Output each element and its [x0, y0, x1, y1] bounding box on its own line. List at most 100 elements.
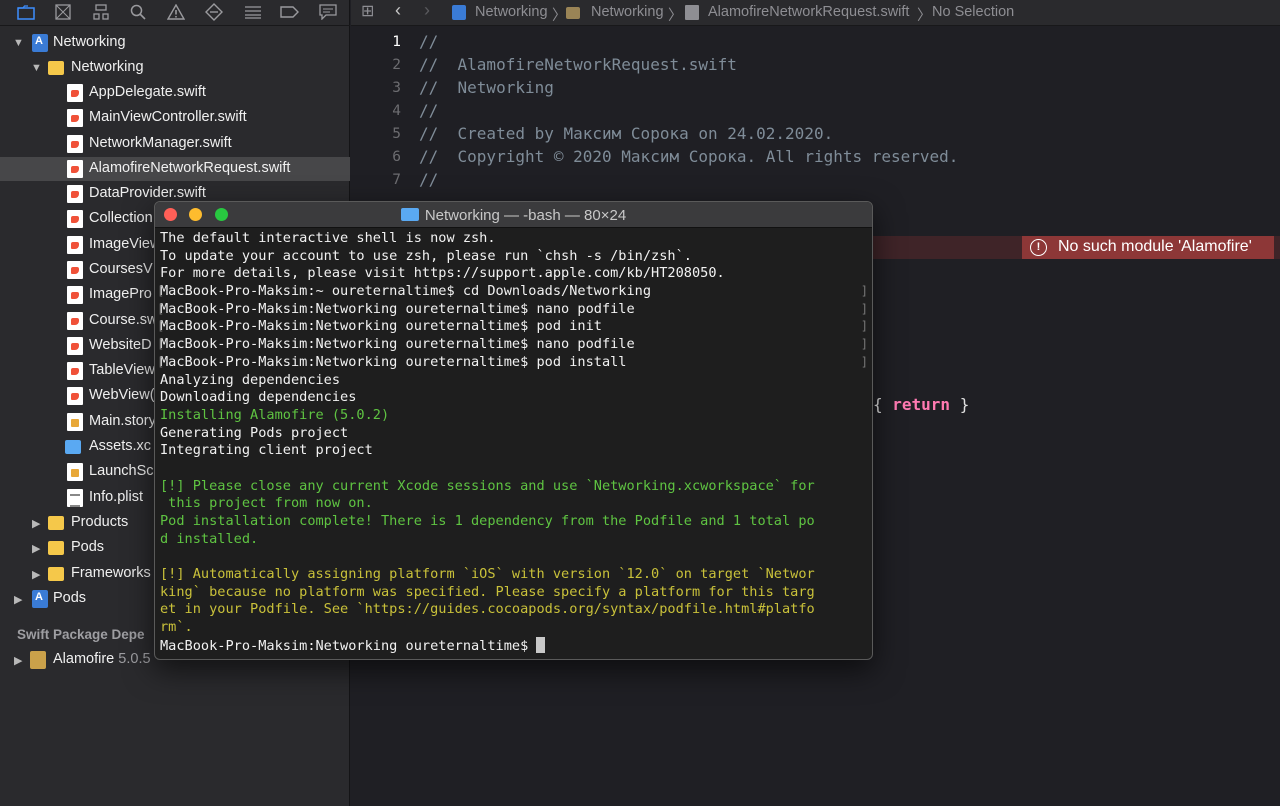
line-number: 7	[392, 172, 401, 188]
error-icon: !	[1030, 239, 1047, 256]
swift-file-icon	[685, 5, 699, 20]
code-line[interactable]: // AlamofireNetworkRequest.swift	[419, 55, 737, 74]
terminal-prompt-line[interactable]: MacBook-Pro-Maksim:Networking oureternal…	[160, 636, 870, 655]
forward-chevron-icon[interactable]: ›	[424, 0, 430, 21]
mark-bracket-left: [	[157, 337, 165, 352]
disclosure-closed-icon[interactable]: ▶	[32, 542, 40, 555]
code-fragment-return[interactable]: { return }	[873, 395, 969, 414]
terminal-line: rm`.	[160, 619, 193, 636]
swift-file-icon	[67, 210, 83, 228]
folder-icon	[400, 208, 419, 221]
terminal-line: [MacBook-Pro-Maksim:~ oureternaltime$ cd…	[157, 283, 870, 301]
disclosure-open-icon[interactable]: ▼	[31, 62, 42, 74]
issue-warning-icon[interactable]	[166, 3, 186, 21]
jumpbar-crumb-group[interactable]: Networking	[591, 4, 664, 20]
test-diamond-icon[interactable]	[204, 3, 224, 21]
terminal-output[interactable]: The default interactive shell is now zsh…	[157, 230, 870, 655]
tree-item-file[interactable]: MainViewController.swift	[0, 106, 350, 130]
line-number: 3	[392, 80, 401, 96]
search-icon[interactable]	[128, 3, 148, 21]
terminal-line: To update your account to use zsh, pleas…	[160, 247, 692, 264]
disclosure-closed-icon[interactable]: ▶	[32, 568, 40, 581]
code-line[interactable]: // Created by Максим Сорока on 24.02.202…	[419, 124, 833, 143]
terminal-line-text: MacBook-Pro-Maksim:~ oureternaltime$ cd …	[160, 283, 652, 300]
code-line[interactable]: //	[419, 32, 438, 51]
tree-item-group[interactable]: ▼ Networking	[0, 56, 350, 80]
jumpbar-crumb-selection[interactable]: No Selection	[932, 4, 1014, 20]
terminal-line: d installed.	[160, 530, 259, 547]
code-line[interactable]: //	[419, 101, 438, 120]
folder-icon	[566, 7, 580, 19]
disclosure-open-icon[interactable]: ▼	[13, 37, 24, 49]
tree-item-label: Course.sw	[89, 312, 158, 328]
tree-item-label: WebView(	[89, 387, 155, 403]
navigator-toolbar	[0, 0, 350, 26]
tree-item-label: Pods	[53, 590, 87, 606]
section-header-packages: Swift Package Depe	[17, 627, 145, 642]
terminal-titlebar[interactable]: Networking — -bash — 80×24	[155, 202, 872, 228]
mark-bracket-right: ]	[860, 284, 868, 299]
terminal-line: [!] Automatically assigning platform `iO…	[160, 566, 815, 583]
storyboard-file-icon	[67, 463, 83, 481]
code-line[interactable]: //	[419, 170, 438, 189]
terminal-line: et in your Podfile. See `https://guides.…	[160, 601, 815, 618]
swift-file-icon	[67, 286, 83, 304]
line-number: 2	[392, 57, 401, 73]
related-items-grid-icon[interactable]: ⊞	[361, 1, 374, 21]
package-name: Alamofire	[53, 651, 115, 667]
tree-item-label: CoursesV	[89, 261, 153, 277]
terminal-line: Installing Alamofire (5.0.2)	[160, 406, 390, 423]
line-number: 1	[392, 34, 401, 50]
swift-file-icon	[67, 362, 83, 380]
terminal-line-text: MacBook-Pro-Maksim:Networking oureternal…	[160, 318, 602, 335]
folder-icon	[48, 516, 64, 530]
tree-item-label: Assets.xc	[89, 438, 152, 454]
breakpoint-icon[interactable]	[280, 3, 300, 21]
tree-item-project[interactable]: ▼ Networking	[0, 31, 350, 55]
error-badge[interactable]: ! No such module 'Alamofire'	[1022, 236, 1274, 259]
error-message: No such module 'Alamofire'	[1058, 238, 1252, 255]
asset-catalog-icon	[65, 440, 81, 454]
plist-file-icon	[67, 489, 83, 507]
mark-bracket-right: ]	[860, 354, 868, 369]
tree-item-file[interactable]: NetworkManager.swift	[0, 132, 350, 156]
chevron-right-icon: 〉	[668, 8, 683, 24]
source-control-icon[interactable]	[53, 3, 73, 21]
disclosure-closed-icon[interactable]: ▶	[14, 593, 22, 606]
disclosure-closed-icon[interactable]: ▶	[32, 517, 40, 530]
swift-file-icon	[67, 387, 83, 405]
terminal-line: For more details, please visit https://s…	[160, 265, 725, 282]
tree-item-label: ImageView	[89, 236, 161, 252]
swift-file-icon	[67, 109, 83, 127]
jumpbar-crumb-project[interactable]: Networking	[475, 4, 548, 20]
terminal-window[interactable]: Networking — -bash — 80×24 The default i…	[154, 201, 873, 660]
line-number: 4	[392, 103, 401, 119]
swift-file-icon	[67, 135, 83, 153]
code-line[interactable]: // Networking	[419, 78, 554, 97]
terminal-line: [MacBook-Pro-Maksim:Networking oureterna…	[157, 336, 870, 354]
code-brace-open: {	[873, 395, 893, 414]
terminal-line: Generating Pods project	[160, 424, 349, 441]
report-bubble-icon[interactable]	[318, 3, 338, 21]
folder-icon	[48, 61, 64, 75]
terminal-line: king` because no platform was specified.…	[160, 583, 815, 600]
chevron-right-icon: 〉	[552, 8, 567, 24]
debug-list-icon[interactable]	[243, 3, 263, 21]
mark-bracket-right: ]	[860, 337, 868, 352]
tree-item-file[interactable]: AppDelegate.swift	[0, 81, 350, 105]
terminal-title: Networking — -bash — 80×24	[155, 207, 872, 224]
code-line[interactable]: // Copyright © 2020 Максим Сорока. All r…	[419, 147, 958, 166]
disclosure-closed-icon[interactable]: ▶	[14, 654, 22, 667]
jumpbar-crumb-file[interactable]: AlamofireNetworkRequest.swift	[708, 4, 909, 20]
folder-icon[interactable]	[16, 3, 36, 21]
hierarchy-icon[interactable]	[91, 3, 111, 21]
back-chevron-icon[interactable]: ‹	[395, 0, 401, 21]
tree-item-label: TableView	[89, 362, 155, 378]
mark-bracket-left: [	[157, 301, 165, 316]
tree-item-label: WebsiteD	[89, 337, 152, 353]
terminal-line: The default interactive shell is now zsh…	[160, 230, 496, 246]
tree-item-file-selected[interactable]: AlamofireNetworkRequest.swift	[0, 157, 350, 181]
tree-item-label: ImagePro	[89, 286, 152, 302]
line-number: 6	[392, 149, 401, 165]
terminal-line: Downloading dependencies	[160, 389, 357, 406]
